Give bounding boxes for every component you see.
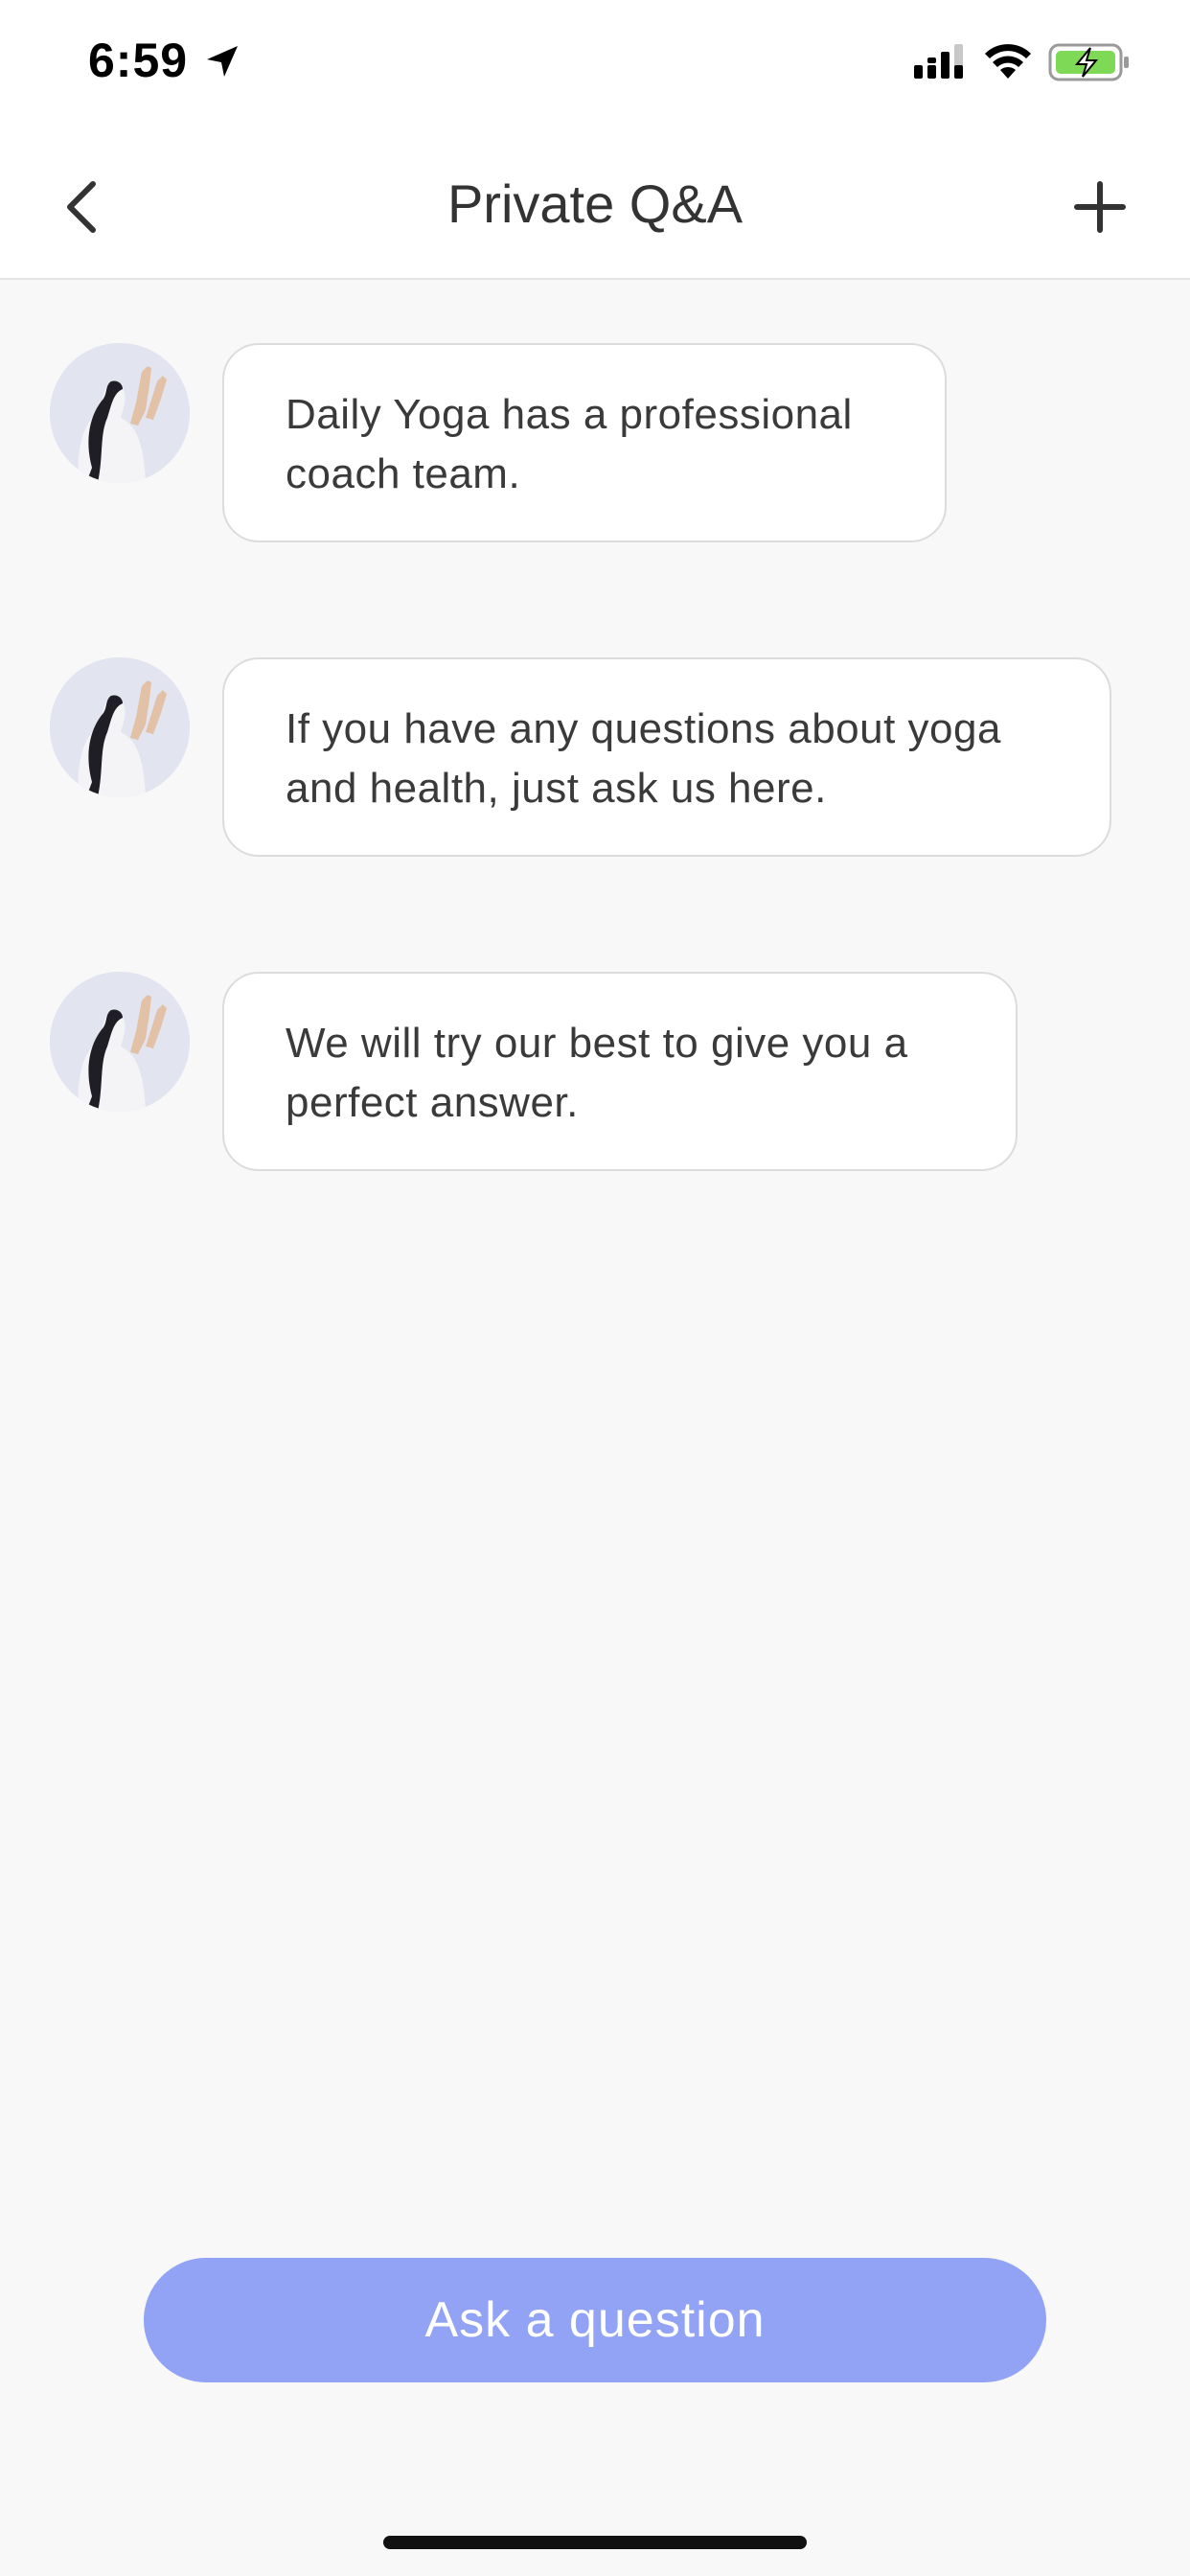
chevron-left-icon — [67, 181, 96, 233]
back-button[interactable] — [48, 171, 115, 243]
add-button[interactable] — [1065, 172, 1134, 242]
ask-question-button[interactable]: Ask a question — [144, 2258, 1046, 2382]
home-indicator — [383, 2536, 807, 2549]
status-time: 6:59 — [88, 34, 189, 87]
message-bubble: Daily Yoga has a professional coach team… — [222, 343, 947, 542]
location-arrow-icon — [207, 46, 238, 77]
message-bubble: If you have any questions about yoga and… — [222, 657, 1111, 857]
message-text-line: coach team. — [286, 450, 521, 497]
wifi-icon — [985, 44, 1031, 79]
nav-bar: Private Q&A — [0, 134, 1190, 280]
message-text-line: perfect answer. — [286, 1079, 579, 1126]
message-text-line: We will try our best to give you a — [286, 1020, 908, 1067]
message-bubble: We will try our best to give you a perfe… — [222, 972, 1018, 1171]
message-text-line: Daily Yoga has a professional — [286, 391, 853, 438]
coach-avatar — [50, 972, 190, 1112]
plus-icon — [1074, 181, 1126, 233]
message-text-line: and health, just ask us here. — [286, 765, 827, 812]
cellular-signal-icon — [914, 44, 963, 79]
battery-charging-icon — [1048, 43, 1129, 81]
status-bar: 6:59 — [0, 0, 1190, 134]
coach-avatar — [50, 343, 190, 483]
coach-avatar — [50, 657, 190, 797]
message-text-line: If you have any questions about yoga — [286, 705, 1001, 752]
page-title: Private Q&A — [446, 173, 744, 234]
